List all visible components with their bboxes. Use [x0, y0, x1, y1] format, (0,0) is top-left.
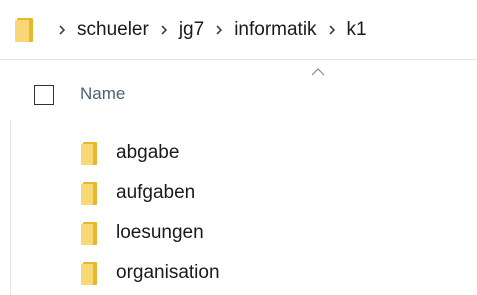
breadcrumb-item-k1[interactable]: k1: [344, 19, 370, 41]
file-explorer-window: schueler jg7 informatik k1 Name abgabe a…: [0, 0, 477, 295]
file-name: organisation: [116, 262, 220, 283]
chevron-right-icon[interactable]: [50, 24, 74, 35]
list-item-aufgaben[interactable]: aufgaben: [0, 176, 477, 216]
breadcrumb-item-schueler[interactable]: schueler: [74, 19, 152, 41]
folder-icon: [80, 221, 102, 247]
file-list: abgabe aufgaben loesungen organisation: [0, 136, 477, 295]
chevron-right-icon[interactable]: [152, 24, 176, 35]
chevron-right-icon[interactable]: [207, 24, 231, 35]
folder-icon: [80, 181, 102, 207]
file-name: aufgaben: [116, 182, 196, 203]
column-header-row: Name: [0, 72, 477, 116]
list-item-abgabe[interactable]: abgabe: [0, 136, 477, 176]
chevron-right-icon[interactable]: [320, 24, 344, 35]
breadcrumb-item-informatik[interactable]: informatik: [231, 19, 319, 41]
list-item-organisation[interactable]: organisation: [0, 256, 477, 295]
folder-icon: [80, 141, 102, 167]
folder-icon: [14, 17, 36, 43]
list-item-loesungen[interactable]: loesungen: [0, 216, 477, 256]
file-name: loesungen: [116, 222, 204, 243]
folder-icon: [80, 261, 102, 287]
select-all-checkbox[interactable]: [34, 85, 54, 105]
breadcrumb: schueler jg7 informatik k1: [50, 0, 370, 59]
breadcrumb-item-jg7[interactable]: jg7: [176, 19, 207, 41]
name-column-header[interactable]: Name: [80, 84, 125, 104]
file-name: abgabe: [116, 142, 180, 163]
address-bar[interactable]: schueler jg7 informatik k1: [0, 0, 477, 60]
